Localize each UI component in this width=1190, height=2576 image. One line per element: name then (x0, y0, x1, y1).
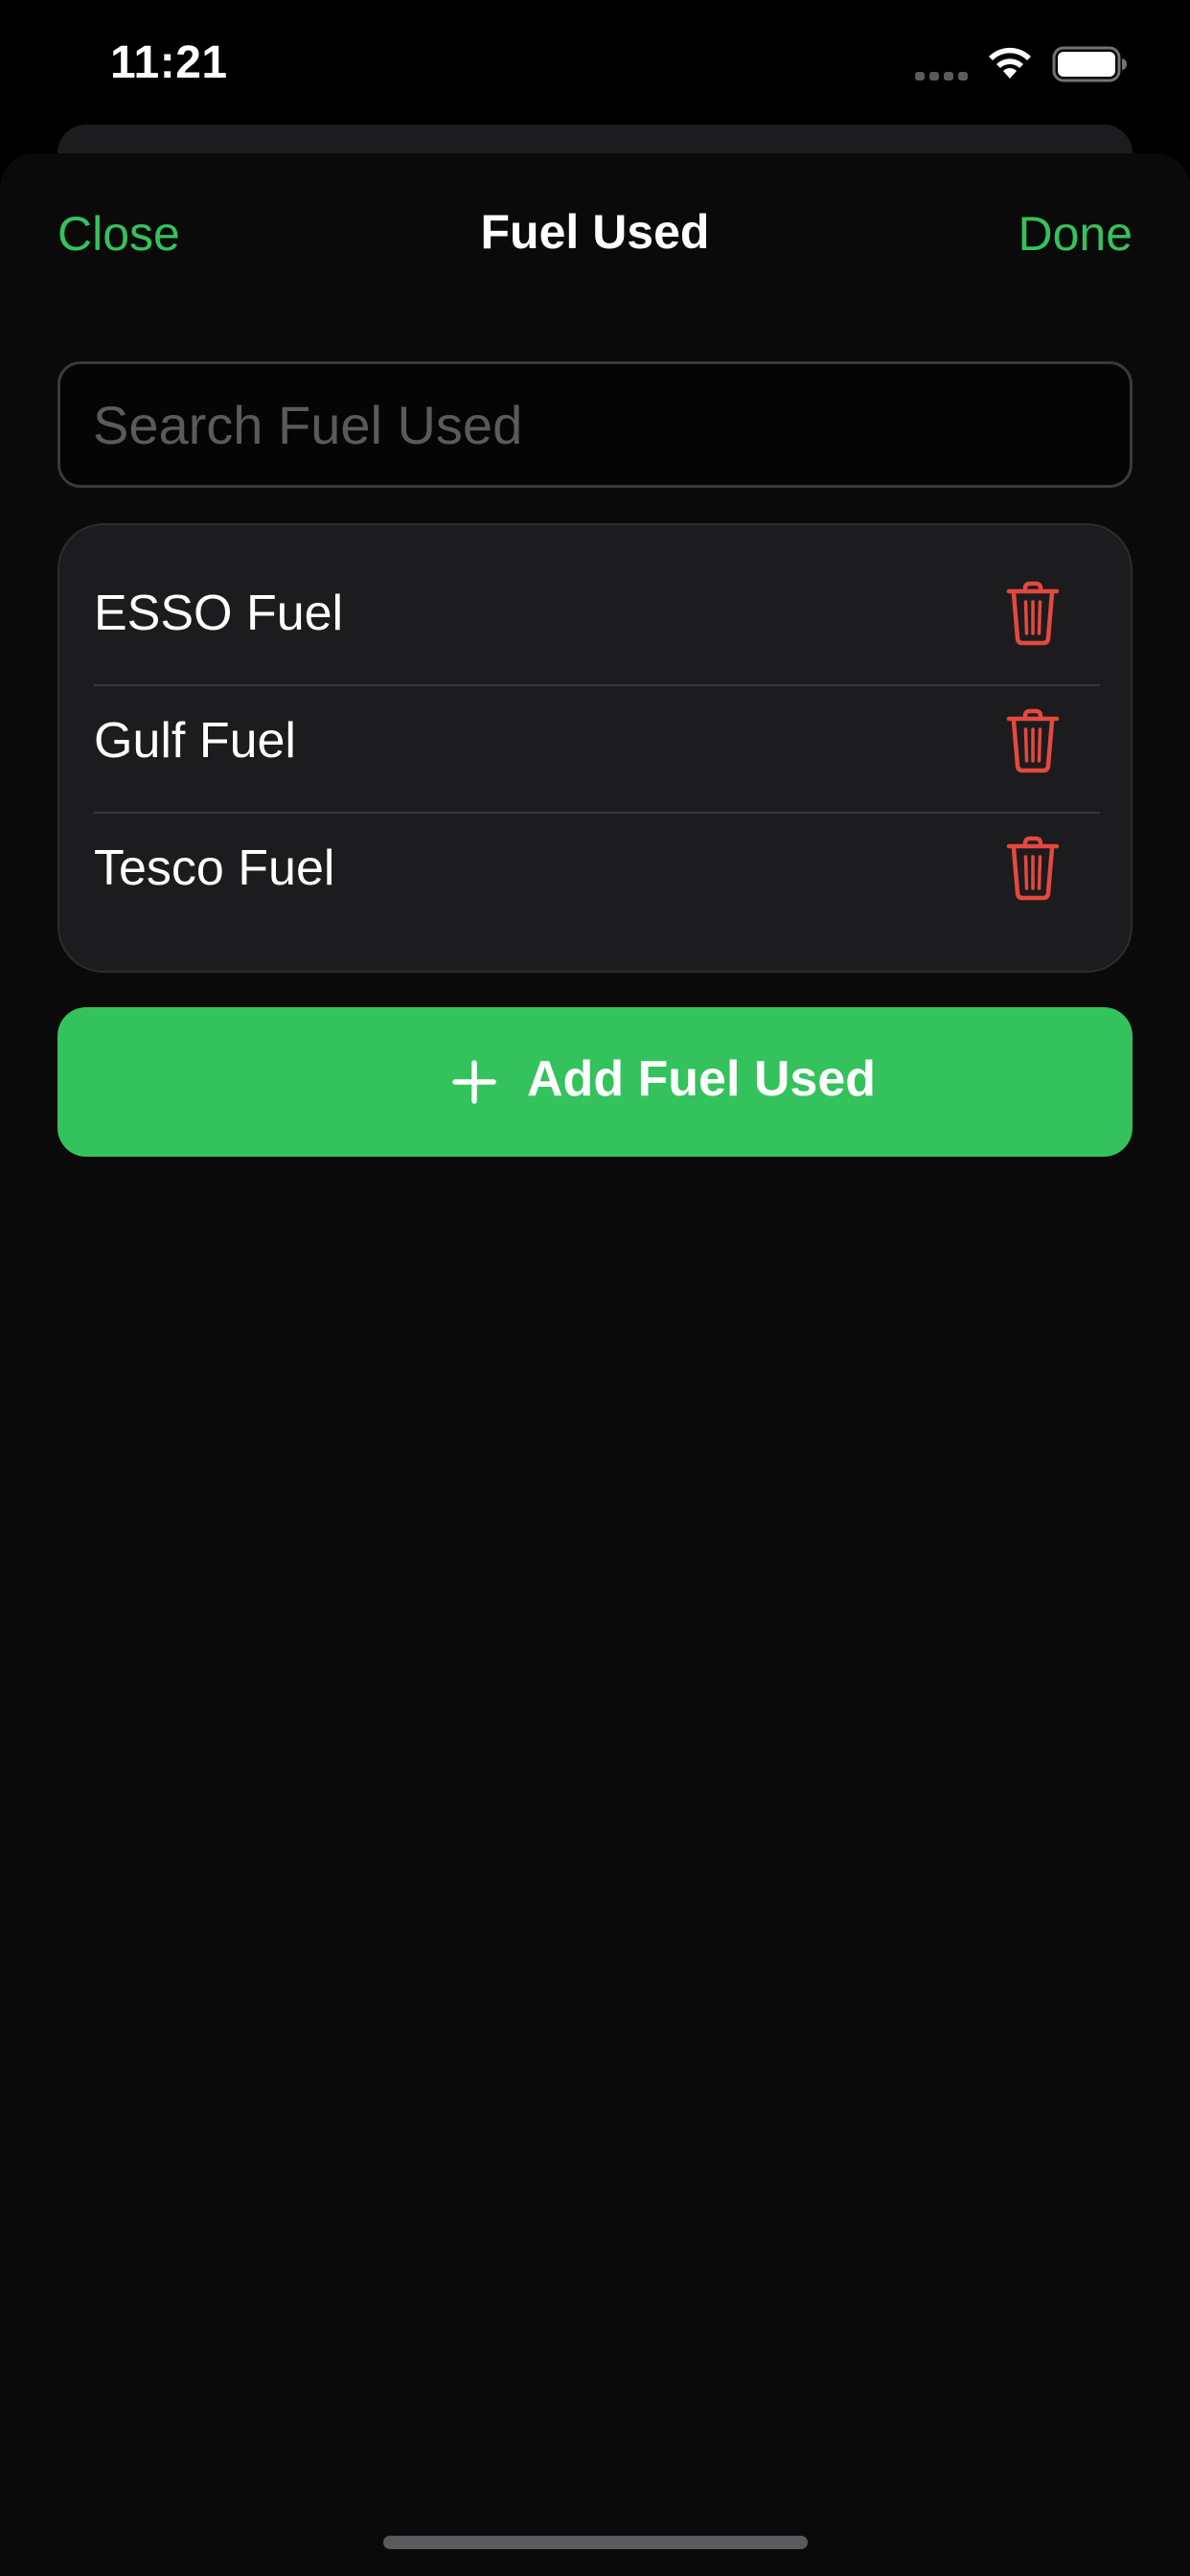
status-time: 11:21 (110, 37, 228, 88)
list-item-label: Tesco Fuel (94, 840, 335, 896)
list-item-label: ESSO Fuel (94, 586, 344, 641)
list-item[interactable]: Gulf Fuel (94, 679, 1100, 806)
home-indicator (383, 2536, 808, 2549)
list-item-label: Gulf Fuel (94, 713, 296, 769)
plus-icon (452, 1060, 496, 1104)
status-bar: 11:21 (0, 0, 1190, 134)
search-field[interactable] (57, 361, 1133, 488)
trash-icon[interactable] (1004, 581, 1062, 646)
page-title: Fuel Used (480, 205, 710, 259)
list-item[interactable]: Tesco Fuel (94, 807, 1100, 933)
modal-sheet (0, 153, 1190, 2576)
list-item[interactable]: ESSO Fuel (94, 552, 1100, 678)
trash-icon[interactable] (1004, 708, 1062, 773)
battery-icon (1052, 46, 1127, 82)
fuel-list: ESSO Fuel Gulf Fuel Tesco Fuel (57, 523, 1133, 973)
trash-icon[interactable] (1004, 836, 1062, 901)
add-button-label: Add Fuel Used (527, 1051, 877, 1107)
add-fuel-used-button[interactable]: Add Fuel Used (57, 1007, 1133, 1157)
cellular-signal-icon (915, 72, 968, 80)
done-button[interactable]: Done (1018, 206, 1133, 262)
search-input[interactable] (93, 364, 1089, 485)
wifi-icon (989, 47, 1031, 79)
